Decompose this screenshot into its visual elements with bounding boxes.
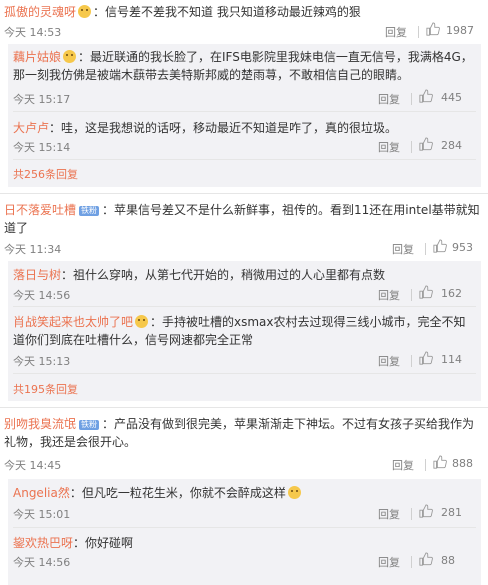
divider [425,459,426,471]
divider [13,373,476,374]
like-icon[interactable] [419,504,433,518]
reply-author[interactable]: 鋆欢热巴呀 [13,536,73,550]
divider [411,508,412,520]
comment-time: 今天 14:53 [4,26,62,39]
like-icon[interactable] [419,285,433,299]
reply-text: ：哇，这是我想说的话呀，移动最近不知道是咋了，真的很垃圾。 [49,121,398,135]
comment-thread: 日不落爱吐槽 铁粉 ：苹果信号差又不是什么新鲜事，祖传的。看到11还在用intel基… [0,195,488,407]
reply-body: 大卢卢：哇，这是我想说的话呀，移动最近不知道是咋了，真的很垃圾。 [13,119,473,137]
like-count: 162 [441,287,462,300]
vip-emoji-icon [78,5,92,18]
reply-body: Angelia然：但凡吃一粒花生米，你就不会醉成这样 [13,484,473,502]
like-count: 281 [441,506,462,519]
reply-author[interactable]: 大卢卢 [13,121,49,135]
divider [411,93,412,105]
reply-button[interactable]: 回复 [378,91,400,107]
reply-list: 藕片姑娘 ：最近联通的我长脸了，在IFS电影院里我妹电信一直无信号，我满格4G，那… [8,44,481,187]
reply-text: ：但凡吃一粒花生米，你就不会醉成这样 [69,486,286,500]
like-count: 114 [441,353,462,366]
like-icon[interactable] [419,552,433,566]
reply-body: 藕片姑娘 ：最近联通的我长脸了，在IFS电影院里我妹电信一直无信号，我满格4G，那… [13,48,473,84]
comment-author[interactable]: 孤傲的灵魂呀 [4,5,76,19]
divider [13,527,476,528]
reply-author[interactable]: 肖战笑起来也太帅了吧 [13,315,133,329]
divider [411,556,412,568]
reply-body: 落日与树：祖什么穿呐，从第七代开始的，稍微用过的人心里都有点数 [13,266,473,284]
reply-author[interactable]: Angelia然 [13,486,70,500]
divider [425,243,426,255]
divider [411,141,412,153]
reply-text: ：你好碰啊 [73,536,134,550]
comment-thread: 孤傲的灵魂呀 ：信号差不差我不知道 我只知道移动最近辣鸡的狠 今天 14:53 回… [0,0,488,195]
like-icon[interactable] [433,455,447,469]
reply-button[interactable]: 回复 [392,457,414,473]
divider [411,289,412,301]
reply-list: Angelia然：但凡吃一粒花生米，你就不会醉成这样 今天 15:01 回复 2… [8,479,481,585]
reply-button[interactable]: 回复 [378,353,400,369]
like-count: 953 [452,241,473,254]
like-icon[interactable] [419,137,433,151]
comment-author[interactable]: 别吻我臭流氓 [4,417,76,431]
reply-button[interactable]: 回复 [378,506,400,522]
like-count: 284 [441,139,462,152]
divider [13,306,476,307]
like-count: 1987 [446,24,474,37]
comment-author[interactable]: 日不落爱吐槽 [4,203,76,217]
reply-button[interactable]: 回复 [385,24,407,40]
vip-emoji-icon [135,315,149,328]
divider [0,407,488,408]
reply-author[interactable]: 落日与树 [13,268,61,282]
reply-time: 今天 14:56 [13,289,71,302]
like-icon[interactable] [419,351,433,365]
comment-body: 孤傲的灵魂呀 ：信号差不差我不知道 我只知道移动最近辣鸡的狠 [4,3,480,21]
like-icon[interactable] [426,22,440,36]
like-icon[interactable] [419,89,433,103]
divider [411,355,412,367]
reply-button[interactable]: 回复 [378,139,400,155]
fan-badge: 铁粉 [79,420,100,430]
reply-button[interactable]: 回复 [392,241,414,257]
reply-time: 今天 15:17 [13,93,71,106]
divider [13,159,476,160]
comment-text: ：信号差不差我不知道 我只知道移动最近辣鸡的狠 [93,5,361,19]
divider [418,26,419,38]
like-count: 888 [452,457,473,470]
reply-body: 肖战笑起来也太帅了吧 ：手持被吐槽的xsmax农村去过现得三线小城市，完全不知道你… [13,313,473,349]
more-replies-link[interactable]: 共256条回复 [13,166,78,182]
reply-time: 今天 15:01 [13,508,71,521]
grin-emoji-icon [287,486,301,499]
reply-time: 今天 15:13 [13,355,71,368]
vip-emoji-icon [63,50,77,63]
reply-text: ：祖什么穿呐，从第七代开始的，稍微用过的人心里都有点数 [61,268,386,282]
reply-button[interactable]: 回复 [378,287,400,303]
like-count: 445 [441,91,462,104]
reply-list: 落日与树：祖什么穿呐，从第七代开始的，稍微用过的人心里都有点数 今天 14:56… [8,261,481,401]
reply-time: 今天 15:14 [13,141,71,154]
comment-body: 日不落爱吐槽 铁粉 ：苹果信号差又不是什么新鲜事，祖传的。看到11还在用intel基… [4,201,480,237]
like-icon[interactable] [433,239,447,253]
fan-badge: 铁粉 [79,206,100,216]
like-count: 88 [441,554,455,567]
reply-author[interactable]: 藕片姑娘 [13,50,61,64]
reply-button[interactable]: 回复 [378,554,400,570]
divider [13,111,476,112]
comment-time: 今天 14:45 [4,459,62,472]
more-replies-link[interactable]: 共195条回复 [13,381,78,397]
comment-time: 今天 11:34 [4,243,62,256]
comment-thread: 别吻我臭流氓 铁粉 ：产品没有做到很完美，苹果渐渐走下神坛。不过有女孩子买给我作为礼… [0,409,488,585]
divider [0,193,488,194]
reply-time: 今天 14:56 [13,556,71,569]
reply-text: ：最近联通的我长脸了，在IFS电影院里我妹电信一直无信号，我满格4G，那一刻我仿… [13,50,473,82]
comment-body: 别吻我臭流氓 铁粉 ：产品没有做到很完美，苹果渐渐走下神坛。不过有女孩子买给我作为礼… [4,415,480,451]
reply-body: 鋆欢热巴呀：你好碰啊 [13,534,473,552]
